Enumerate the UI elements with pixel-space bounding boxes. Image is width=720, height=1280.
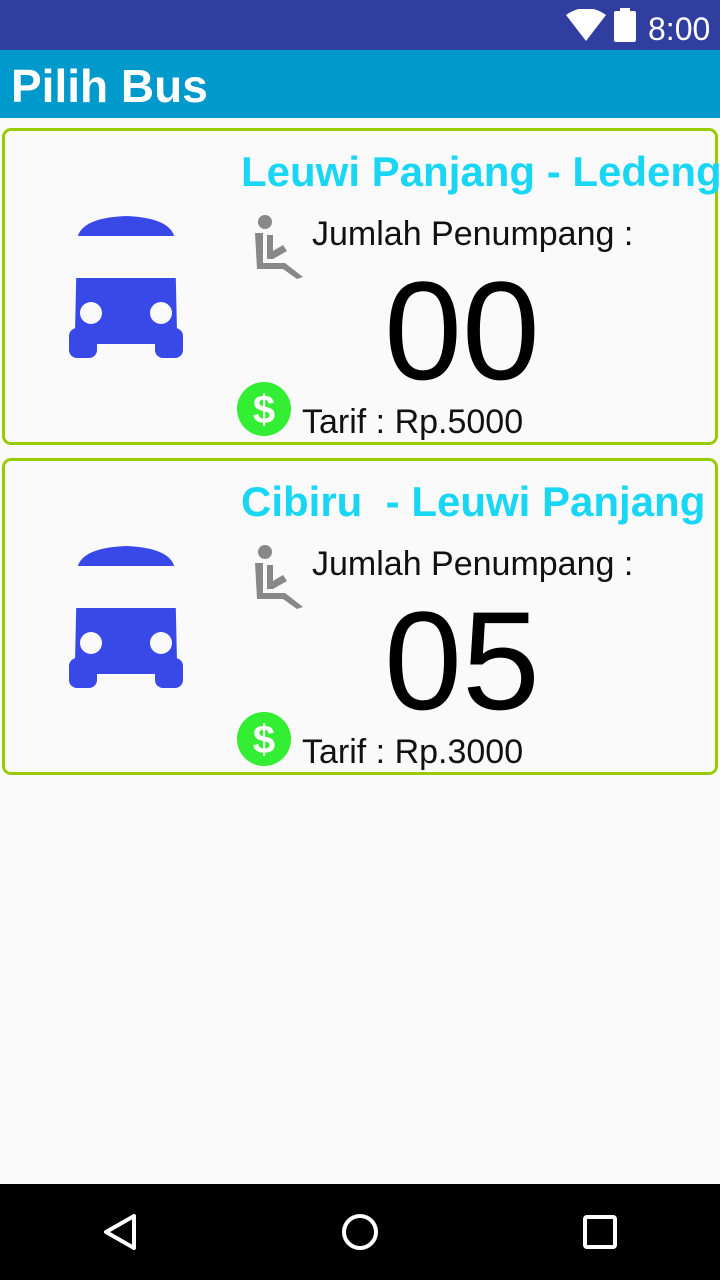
route-name: Cibiru - Leuwi Panjang: [241, 478, 706, 525]
passenger-count-label: Jumlah Penumpang :: [312, 545, 634, 583]
bus-card[interactable]: Cibiru - Leuwi Panjang Jumlah Penumpang …: [2, 458, 718, 775]
dollar-icon: $: [237, 712, 291, 766]
back-icon[interactable]: [100, 1212, 140, 1252]
app-bar: Pilih Bus: [0, 50, 720, 118]
passenger-count: 05: [384, 582, 540, 739]
battery-icon: [614, 8, 636, 42]
passenger-count-label: Jumlah Penumpang :: [312, 215, 634, 253]
route-name: Leuwi Panjang - Ledeng: [241, 148, 720, 195]
passenger-count: 00: [384, 252, 540, 409]
status-bar: 8:00: [0, 0, 720, 50]
bus-card[interactable]: Leuwi Panjang - Ledeng Jumlah Penumpang …: [2, 128, 720, 445]
accessible-seat-icon: [255, 545, 303, 609]
accessible-seat-icon: [255, 215, 303, 279]
home-icon[interactable]: [340, 1212, 380, 1252]
recents-icon[interactable]: [580, 1212, 620, 1252]
navigation-bar: [0, 1184, 720, 1280]
wifi-icon: [566, 9, 606, 41]
clock: 8:00: [648, 11, 711, 47]
bus-icon: [69, 216, 183, 358]
svg-text:$: $: [253, 388, 275, 432]
dollar-icon: $: [237, 382, 291, 436]
page-title: Pilih Bus: [11, 60, 208, 112]
bus-icon: [69, 546, 183, 688]
fare-text: Tarif : Rp.5000: [302, 403, 524, 441]
svg-text:$: $: [253, 718, 275, 762]
fare-text: Tarif : Rp.3000: [302, 733, 524, 771]
